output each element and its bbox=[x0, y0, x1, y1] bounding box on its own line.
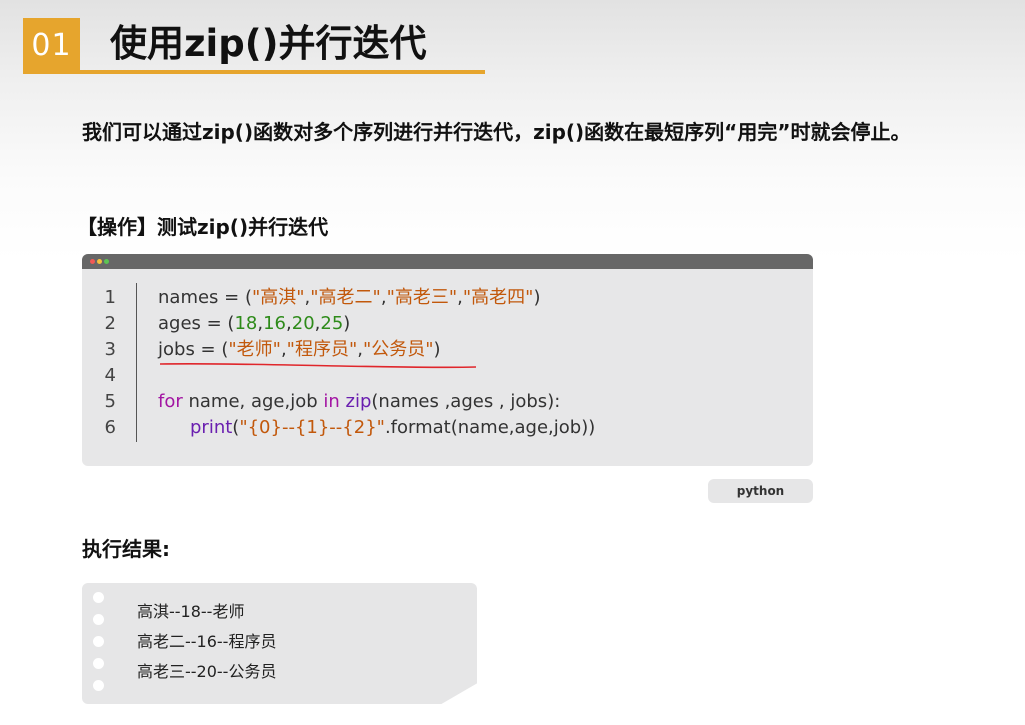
code-text: print("{0}--{1}--{2}".format(name,age,jo… bbox=[190, 415, 595, 441]
section-number-badge: 01 bbox=[23, 18, 80, 74]
code-text: jobs = ("老师","程序员","公务员") bbox=[158, 337, 441, 363]
code-token: for bbox=[158, 391, 183, 412]
result-label: 执行结果: bbox=[82, 537, 170, 561]
window-close-dot-icon bbox=[90, 259, 95, 264]
code-window: 1 names = ("高淇","高老二","高老三","高老四") 2 ages =… bbox=[82, 254, 813, 466]
code-token: 20 bbox=[291, 313, 315, 334]
line-number: 2 bbox=[104, 313, 116, 334]
operation-label: 【操作】测试zip()并行迭代 bbox=[77, 215, 329, 239]
line-number: 1 bbox=[104, 287, 116, 308]
code-token: print bbox=[190, 417, 233, 438]
code-text: for name, age,job in zip(names ,ages , j… bbox=[158, 389, 560, 415]
code-token: name, age,job bbox=[182, 391, 324, 412]
code-token: names = ( bbox=[158, 287, 252, 308]
red-underline-annotation bbox=[160, 362, 476, 369]
code-token: zip bbox=[345, 391, 372, 412]
code-token: 25 bbox=[320, 313, 344, 334]
code-token: .format(name,age,job)) bbox=[384, 417, 596, 438]
code-text: ages = (18,16,20,25) bbox=[158, 311, 350, 337]
code-token: ) bbox=[343, 313, 351, 334]
code-text: names = ("高淇","高老二","高老三","高老四") bbox=[158, 285, 540, 311]
code-token: "高老二" bbox=[310, 287, 381, 308]
line-number: 6 bbox=[104, 417, 116, 438]
output-line: 高老二--16--程序员 bbox=[137, 632, 277, 651]
window-minimize-dot-icon bbox=[97, 259, 102, 264]
line-number: 5 bbox=[104, 391, 116, 412]
code-token: 18 bbox=[234, 313, 258, 334]
intro-text: 我们可以通过zip()函数对多个序列进行并行迭代，zip()函数在最短序列“用完… bbox=[82, 120, 911, 144]
output-line: 高老三--20--公务员 bbox=[137, 662, 277, 681]
binder-hole-icon bbox=[93, 592, 104, 603]
title-underline bbox=[80, 70, 485, 74]
code-token: "{0}--{1}--{2}" bbox=[239, 417, 385, 438]
output-card: 高淇--18--老师 高老二--16--程序员 高老三--20--公务员 bbox=[82, 583, 477, 704]
code-token: "高老三" bbox=[386, 287, 458, 308]
page-title: 使用zip()并行迭代 bbox=[110, 22, 427, 65]
code-token: "程序员" bbox=[286, 339, 358, 360]
code-token: 16 bbox=[263, 313, 287, 334]
line-number: 3 bbox=[104, 339, 116, 360]
code-token: "高淇" bbox=[251, 287, 305, 308]
code-token: ) bbox=[533, 287, 541, 308]
binder-hole-icon bbox=[93, 680, 104, 691]
binder-hole-icon bbox=[93, 614, 104, 625]
code-token: "高老四" bbox=[462, 287, 534, 308]
language-tag: python bbox=[708, 479, 813, 503]
code-token: ) bbox=[433, 339, 441, 360]
code-token: ages = ( bbox=[158, 313, 235, 334]
binder-hole-icon bbox=[93, 658, 104, 669]
code-token: "公务员" bbox=[362, 339, 434, 360]
code-token: in bbox=[323, 391, 340, 412]
line-number-gutter-divider bbox=[136, 283, 137, 442]
output-line: 高淇--18--老师 bbox=[137, 602, 245, 621]
line-number: 4 bbox=[104, 365, 116, 386]
window-maximize-dot-icon bbox=[104, 259, 109, 264]
code-window-titlebar bbox=[82, 254, 813, 269]
code-token: jobs = ( bbox=[158, 339, 229, 360]
code-token: (names ,ages , jobs): bbox=[371, 391, 561, 412]
code-token: "老师" bbox=[228, 339, 281, 360]
binder-hole-icon bbox=[93, 636, 104, 647]
